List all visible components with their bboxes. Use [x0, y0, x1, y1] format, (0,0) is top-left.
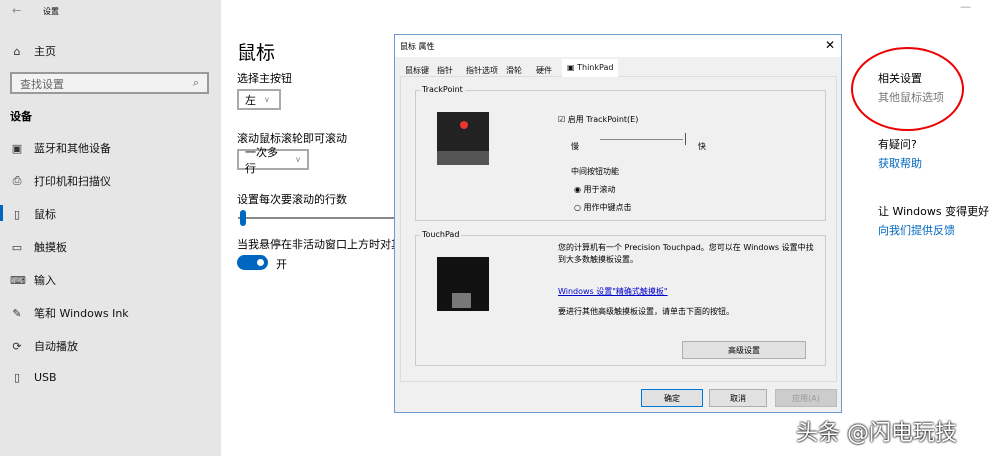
- nav-item[interactable]: ⟳ 自动播放: [10, 338, 78, 354]
- radio-scroll[interactable]: ◉ 用于滚动: [574, 184, 616, 195]
- highlight-circle: [851, 47, 964, 131]
- tab-hardware[interactable]: 硬件: [534, 62, 554, 79]
- nav-label: 输入: [34, 274, 56, 287]
- active-indicator: [0, 205, 3, 221]
- touchpad-group: TouchPad 您的计算机有一个 Precision Touchpad。您可以…: [415, 230, 826, 366]
- nav-icon: ▭: [11, 240, 23, 254]
- advanced-hint: 要进行其他高级触摸板设置，请单击下面的按钮。: [558, 307, 734, 316]
- search-icon: ⌕: [192, 76, 199, 89]
- speed-slider-thumb[interactable]: [683, 133, 686, 145]
- nav-label: 自动播放: [34, 340, 78, 353]
- close-icon[interactable]: ✕: [825, 38, 835, 52]
- nav-label: 笔和 Windows Ink: [34, 307, 129, 320]
- back-icon[interactable]: ←: [12, 4, 21, 17]
- tab-pointers[interactable]: 指针: [435, 62, 455, 79]
- ok-button[interactable]: 确定: [641, 389, 703, 407]
- lines-label: 设置每次要滚动的行数: [237, 193, 347, 206]
- touchpad-description: 您的计算机有一个 Precision Touchpad。您可以在 Windows…: [558, 243, 814, 264]
- nav-icon: ⎙: [12, 174, 22, 187]
- precision-touchpad-link[interactable]: Windows 设置"精确式触摸板": [558, 286, 668, 297]
- nav-item[interactable]: ▯ USB: [10, 371, 57, 384]
- feedback-link[interactable]: 向我们提供反馈: [878, 222, 955, 238]
- inactive-scroll-toggle[interactable]: [237, 255, 268, 270]
- lines-slider[interactable]: [238, 217, 394, 219]
- nav-icon: ▯: [13, 371, 21, 384]
- tab-label: ThinkPad: [577, 63, 614, 72]
- chevron-down-icon: ∨: [295, 155, 301, 164]
- nav-label: 打印机和扫描仪: [34, 175, 111, 188]
- settings-sidebar: ← 设置 ⌂ 主页 查找设置 ⌕ 设备 ▣ 蓝牙和其他设备 ⎙ 打印机和扫描仪 ▯ 鼠标 ▭ 触摸…: [0, 0, 221, 456]
- radio-label: 用作中键点击: [583, 203, 632, 212]
- group-label: TouchPad: [420, 230, 462, 239]
- dialog-title: 鼠标 属性: [400, 42, 435, 51]
- radio-middle-click[interactable]: ○ 用作中键点击: [574, 202, 632, 213]
- nav-icon: ✎: [12, 306, 22, 320]
- trackpoint-group: TrackPoint ☑ 启用 TrackPoint(E) 慢 快 中间按钮功能…: [415, 85, 826, 221]
- nav-icon: ⟳: [12, 339, 22, 353]
- slider-thumb[interactable]: [240, 210, 246, 226]
- nav-label: 触摸板: [34, 241, 67, 254]
- thinkpad-icon: ▣: [567, 63, 578, 72]
- nav-label: 鼠标: [34, 208, 56, 221]
- select-value: 左: [245, 93, 256, 107]
- slow-label: 慢: [571, 142, 579, 151]
- nav-item[interactable]: ⌨ 输入: [10, 272, 56, 288]
- middle-button-label: 中间按钮功能: [571, 167, 619, 176]
- nav-item[interactable]: ▭ 触摸板: [10, 239, 67, 255]
- section-title: 设备: [10, 110, 32, 123]
- select-value: 一次多行: [245, 145, 278, 175]
- nav-icon: ⌨: [10, 273, 26, 287]
- nav-item[interactable]: ✎ 笔和 Windows Ink: [10, 305, 129, 321]
- primary-button-select[interactable]: 左 ∨: [237, 89, 281, 110]
- search-input[interactable]: 查找设置 ⌕: [10, 72, 209, 94]
- fast-label: 快: [698, 142, 706, 151]
- tab-wheel[interactable]: 滑轮: [504, 62, 524, 79]
- advanced-settings-button[interactable]: 高级设置: [682, 341, 806, 359]
- chevron-down-icon: ∨: [264, 95, 270, 104]
- trackpoint-image: [437, 112, 489, 165]
- radio-label: 用于滚动: [583, 185, 616, 194]
- nav-item[interactable]: ⎙ 打印机和扫描仪: [10, 173, 111, 189]
- nav-icon: ▣: [11, 141, 23, 155]
- home-icon: ⌂: [13, 44, 21, 58]
- toggle-state: 开: [276, 258, 287, 271]
- page-title: 鼠标: [237, 42, 276, 64]
- nav-home[interactable]: ⌂ 主页: [10, 43, 57, 59]
- inactive-scroll-label: 当我悬停在非活动窗口上方时对其进行滚动: [237, 238, 394, 251]
- nav-label: 主页: [34, 45, 56, 58]
- touchpad-image: [437, 257, 489, 311]
- group-label: TrackPoint: [420, 85, 465, 94]
- window-title: 设置: [43, 7, 59, 16]
- question-title: 有疑问?: [878, 138, 917, 151]
- scroll-select[interactable]: 一次多行 ∨: [237, 146, 309, 175]
- tab-thinkpad[interactable]: ▣ ThinkPad: [562, 59, 619, 77]
- get-help-link[interactable]: 获取帮助: [878, 155, 922, 171]
- enable-trackpoint-checkbox[interactable]: ☑ 启用 TrackPoint(E): [558, 114, 638, 125]
- apply-button[interactable]: 应用(A): [775, 389, 837, 407]
- checkbox-label: 启用 TrackPoint(E): [567, 115, 639, 124]
- better-title: 让 Windows 变得更好: [878, 205, 990, 218]
- nav-item[interactable]: ▣ 蓝牙和其他设备: [10, 140, 111, 156]
- nav-label: 蓝牙和其他设备: [34, 142, 111, 155]
- tab-pointer-options[interactable]: 指针选项: [464, 62, 500, 79]
- nav-icon: ▯: [13, 207, 21, 221]
- nav-item[interactable]: ▯ 鼠标: [10, 206, 56, 222]
- nav-label: USB: [34, 371, 57, 384]
- watermark: 头条 @闪电玩技: [796, 421, 957, 446]
- search-placeholder: 查找设置: [20, 78, 64, 91]
- cancel-button[interactable]: 取消: [709, 389, 767, 407]
- speed-slider[interactable]: [600, 139, 683, 140]
- dialog-titlebar: [395, 35, 841, 57]
- minimize-icon[interactable]: —: [960, 0, 971, 13]
- primary-button-label: 选择主按钮: [237, 72, 292, 85]
- mouse-properties-dialog: 鼠标 属性 ✕ 鼠标键 指针 指针选项 滑轮 硬件 ▣ ThinkPad Tra…: [394, 34, 842, 413]
- tab-buttons[interactable]: 鼠标键: [403, 62, 431, 79]
